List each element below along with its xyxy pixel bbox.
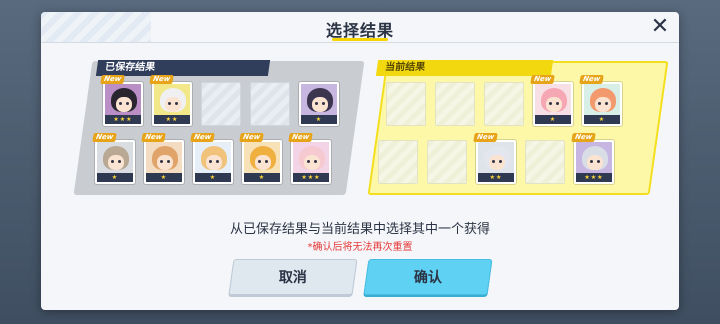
saved-character-card[interactable]: ★ New: [190, 133, 233, 184]
character-portrait: [293, 142, 329, 176]
new-badge: New: [473, 133, 498, 142]
character-eye: [315, 102, 318, 105]
character-portrait: [105, 84, 141, 118]
rarity-stars: ★: [301, 115, 337, 124]
character-eye: [111, 160, 114, 163]
character-portrait: [195, 142, 231, 176]
character-eye: [314, 160, 317, 163]
current-character-card[interactable]: ★ New: [579, 75, 622, 126]
rarity-stars: ★: [146, 173, 182, 182]
character-eye: [590, 160, 593, 163]
saved-character-card[interactable]: ★★★ New: [100, 75, 143, 126]
cancel-button-label: 取消: [278, 270, 307, 286]
current-empty-slot: [525, 140, 565, 184]
character-portrait: [146, 142, 182, 176]
new-badge: New: [579, 75, 604, 84]
character-portrait: [301, 84, 337, 118]
rarity-stars: ★: [97, 173, 133, 182]
character-portrait: [244, 142, 280, 176]
character-eye: [492, 160, 495, 163]
current-empty-slot: [386, 82, 426, 126]
character-eye: [322, 102, 325, 105]
character-eye: [265, 160, 268, 163]
character-portrait: [576, 142, 612, 176]
new-badge: New: [141, 133, 166, 142]
rarity-stars: ★: [535, 115, 571, 124]
rarity-stars: ★★: [154, 115, 190, 124]
character-eye: [499, 160, 502, 163]
confirm-button-label: 确认: [413, 270, 442, 286]
character-eye: [549, 102, 552, 105]
rarity-stars: ★★: [478, 173, 514, 182]
character-eye: [119, 102, 122, 105]
rarity-stars: ★★★: [293, 173, 329, 182]
close-icon[interactable]: ✕: [647, 14, 673, 40]
current-character-card[interactable]: ★★ New: [473, 133, 516, 184]
cancel-button[interactable]: 取消: [228, 259, 358, 295]
character-eye: [598, 102, 601, 105]
current-empty-slot: [484, 82, 524, 126]
character-eye: [167, 160, 170, 163]
select-result-dialog: 选择结果 ✕ 已保存结果 当前结果 ✔ ★★★ New ★★ New ★ ★ New ★ New…: [41, 12, 679, 310]
saved-character-card[interactable]: ★ New: [92, 133, 135, 184]
new-badge: New: [100, 75, 125, 84]
character-eye: [258, 160, 261, 163]
current-character-card[interactable]: ★ New: [530, 75, 573, 126]
rarity-stars: ★: [584, 115, 620, 124]
character-eye: [126, 102, 129, 105]
title-bar: 选择结果 ✕: [41, 12, 679, 43]
selected-check-icon: ✔: [525, 56, 540, 76]
new-badge: New: [149, 75, 174, 84]
current-empty-slot: [427, 140, 467, 184]
confirm-button[interactable]: 确认: [363, 259, 493, 295]
current-character-card[interactable]: ★★★ New: [571, 133, 614, 184]
character-eye: [597, 160, 600, 163]
character-portrait: [478, 142, 514, 176]
rarity-stars: ★★★: [576, 173, 612, 182]
character-portrait: [97, 142, 133, 176]
saved-character-card[interactable]: ★ New: [239, 133, 282, 184]
rarity-stars: ★: [195, 173, 231, 182]
character-portrait: [584, 84, 620, 118]
new-badge: New: [288, 133, 313, 142]
rarity-stars: ★: [244, 173, 280, 182]
new-badge: New: [190, 133, 215, 142]
character-eye: [556, 102, 559, 105]
character-portrait: [535, 84, 571, 118]
character-eye: [160, 160, 163, 163]
character-eye: [175, 102, 178, 105]
title-underline: [332, 38, 388, 41]
current-empty-slot: [378, 140, 418, 184]
saved-results-label: 已保存结果: [95, 60, 271, 76]
new-badge: New: [92, 133, 117, 142]
instruction-text: 从已保存结果与当前结果中选择其中一个获得: [229, 222, 490, 237]
character-eye: [209, 160, 212, 163]
new-badge: New: [239, 133, 264, 142]
character-eye: [216, 160, 219, 163]
warning-text: *确认后将无法再次重置: [307, 242, 413, 253]
current-empty-slot: [435, 82, 475, 126]
character-portrait: [154, 84, 190, 118]
rarity-stars: ★★★: [105, 115, 141, 124]
saved-character-card[interactable]: ★ New: [141, 133, 184, 184]
character-eye: [605, 102, 608, 105]
saved-character-card[interactable]: ★: [299, 82, 339, 126]
character-eye: [168, 102, 171, 105]
new-badge: New: [530, 75, 555, 84]
character-eye: [118, 160, 121, 163]
saved-empty-slot: [201, 82, 241, 126]
saved-character-card[interactable]: ★★★ New: [288, 133, 331, 184]
saved-empty-slot: [250, 82, 290, 126]
saved-character-card[interactable]: ★★ New: [149, 75, 192, 126]
character-eye: [307, 160, 310, 163]
new-badge: New: [571, 133, 596, 142]
